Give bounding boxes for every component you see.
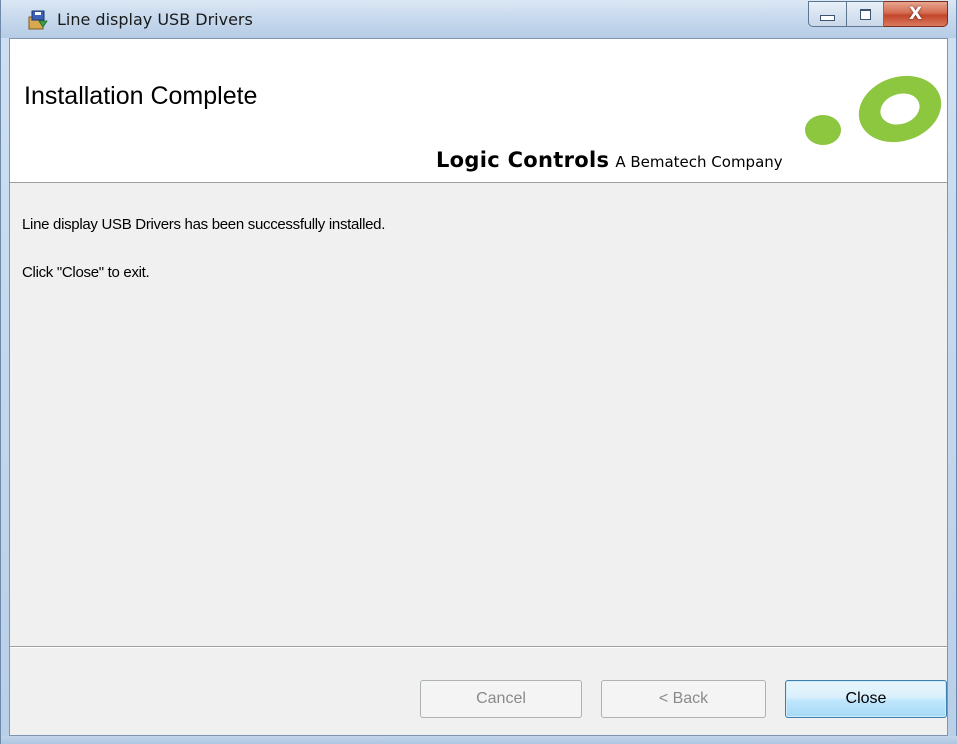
logo-sub-text: A Bematech Company (615, 153, 783, 171)
caption-buttons: X (808, 1, 948, 27)
footer-divider (10, 646, 947, 648)
back-button[interactable]: < Back (601, 680, 766, 718)
installer-window: Line display USB Drivers X Installation … (0, 0, 957, 744)
window-close-button[interactable]: X (884, 1, 948, 27)
logo-main-text: Logic Controls (436, 148, 610, 172)
minimize-button[interactable] (808, 1, 847, 27)
close-button[interactable]: Close (785, 680, 947, 718)
company-logo-text: Logic Controls A Bematech Company (436, 148, 783, 172)
window-title: Line display USB Drivers (57, 10, 253, 29)
header-banner: Installation Complete Logic Controls A Be… (10, 39, 947, 183)
success-message: Line display USB Drivers has been succes… (22, 216, 386, 233)
page-title: Installation Complete (24, 82, 258, 110)
dialog-client-area: Installation Complete Logic Controls A Be… (9, 38, 948, 736)
exit-instruction: Click "Close" to exit. (22, 264, 150, 281)
maximize-icon (859, 8, 871, 20)
logic-controls-logo-icon (788, 75, 948, 149)
close-icon: X (908, 3, 923, 24)
minimize-icon (820, 15, 835, 21)
installer-icon (27, 9, 49, 31)
maximize-button[interactable] (847, 1, 884, 27)
title-bar[interactable]: Line display USB Drivers X (1, 0, 956, 38)
cancel-button[interactable]: Cancel (420, 680, 582, 718)
window-bottom-border (1, 736, 957, 744)
